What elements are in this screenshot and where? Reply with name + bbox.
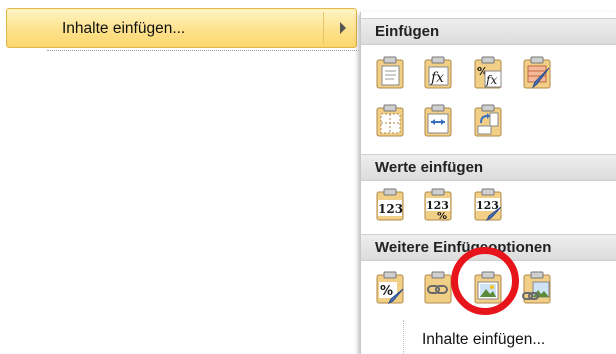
clipboard-formula-icon[interactable]: fx xyxy=(422,56,454,90)
svg-text:%: % xyxy=(380,284,393,299)
svg-text:fx: fx xyxy=(485,73,497,87)
section-header-paste: Einfügen xyxy=(361,18,616,45)
clipboard-values-percent-icon[interactable]: 123% xyxy=(422,188,454,222)
menu-divider xyxy=(47,50,357,51)
clipboard-formula-percent-icon[interactable]: % fx xyxy=(472,56,504,90)
submenu-arrow-icon xyxy=(340,22,346,34)
submenu-icon-gutter xyxy=(403,320,405,354)
svg-text:123: 123 xyxy=(378,202,403,216)
highlight-circle-annotation xyxy=(451,247,519,315)
paste-special-bottom-item[interactable]: Inhalte einfügen... xyxy=(422,331,545,349)
clipboard-brush-icon[interactable] xyxy=(521,56,553,90)
clipboard-paste-icon[interactable] xyxy=(374,56,406,90)
paste-special-menu-item[interactable]: Inhalte einfügen... xyxy=(6,8,357,48)
clipboard-link-icon[interactable] xyxy=(422,271,454,305)
clipboard-no-borders-icon[interactable] xyxy=(374,104,406,138)
svg-text:%: % xyxy=(437,211,447,222)
clipboard-values-brush-icon[interactable]: 123 xyxy=(472,188,504,222)
svg-text:fx: fx xyxy=(430,70,444,86)
clipboard-column-width-icon[interactable] xyxy=(422,104,454,138)
paste-special-label: Inhalte einfügen... xyxy=(62,20,186,37)
clipboard-percent-brush-icon[interactable]: % xyxy=(374,271,406,305)
clipboard-linked-picture-icon[interactable] xyxy=(521,271,553,305)
clipboard-values-icon[interactable]: 123 xyxy=(374,188,406,222)
clipboard-transpose-icon[interactable] xyxy=(472,104,504,138)
section-header-paste-values: Werte einfügen xyxy=(361,154,616,181)
svg-text:123: 123 xyxy=(476,199,499,212)
submenu-separator xyxy=(323,12,324,44)
